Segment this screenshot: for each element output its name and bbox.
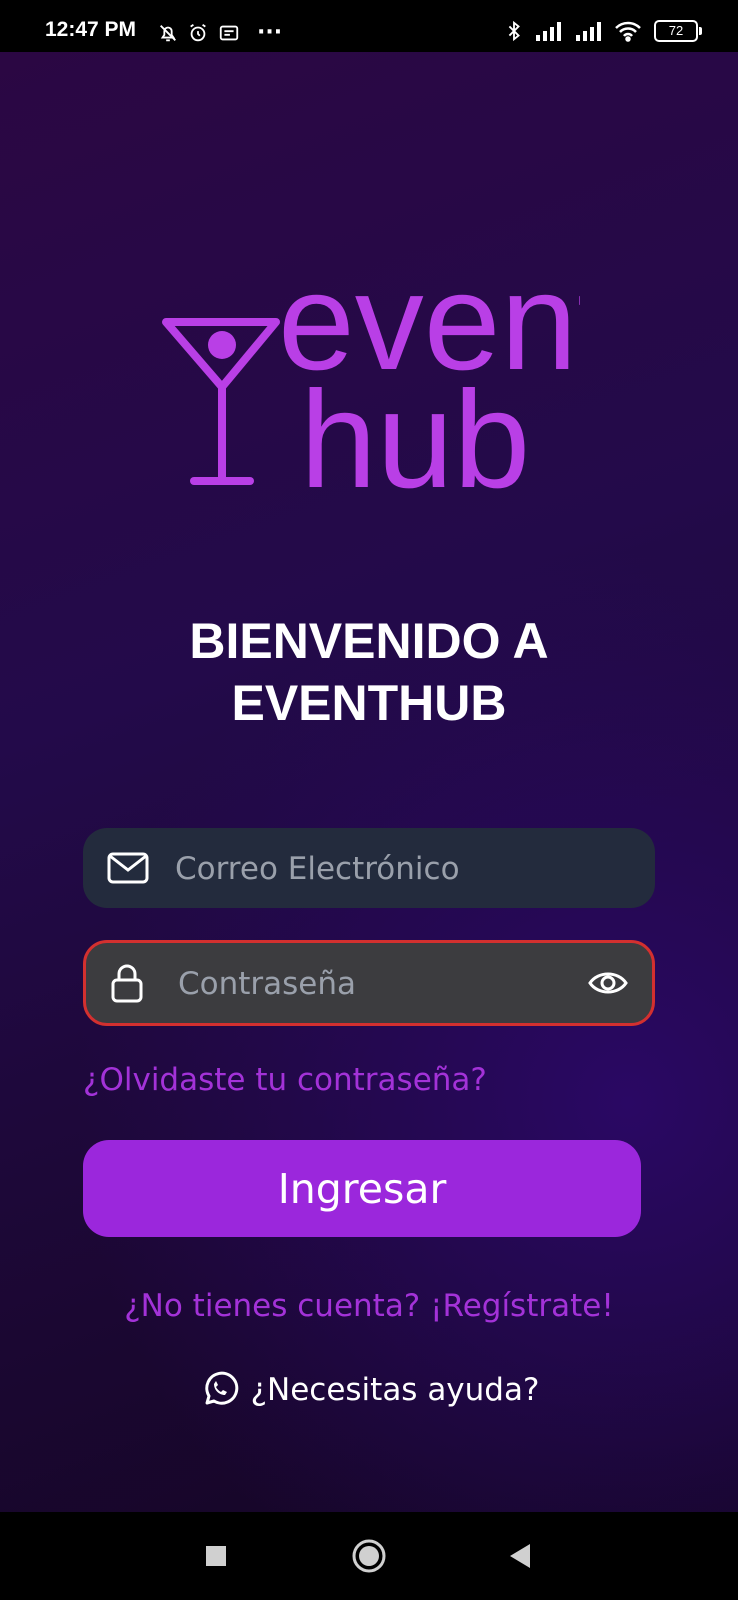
battery-icon: 72 (654, 20, 702, 42)
email-field[interactable] (83, 828, 655, 910)
login-screen: event hub BIENVENIDO A EVENTHUB ¿Olvidas… (0, 52, 738, 1512)
back-triangle-icon[interactable] (508, 1543, 532, 1569)
eye-icon[interactable] (588, 969, 628, 997)
forgot-password-link[interactable]: ¿Olvidaste tu contraseña? (83, 1062, 487, 1098)
login-button[interactable]: Ingresar (83, 1140, 641, 1237)
register-link[interactable]: ¿No tienes cuenta? ¡Regístrate! (0, 1288, 738, 1324)
welcome-line-2: EVENTHUB (231, 675, 507, 731)
logo-text-hub: hub (300, 363, 530, 507)
email-input[interactable] (173, 828, 557, 910)
status-bar: 12:47 PM ··· 72 (0, 0, 738, 52)
status-time: 12:47 PM (45, 18, 137, 41)
more-notifications-icon: ··· (257, 20, 283, 45)
wifi-icon (615, 21, 641, 42)
mail-icon (107, 852, 149, 884)
eventhub-logo: event hub (162, 257, 580, 507)
alarm-icon (190, 23, 206, 41)
welcome-title: BIENVENIDO A EVENTHUB (0, 610, 738, 734)
lock-icon (111, 964, 143, 1003)
welcome-line-1: BIENVENIDO A (189, 613, 549, 669)
help-link[interactable]: ¿Necesitas ayuda? (0, 1370, 738, 1410)
password-field[interactable] (83, 940, 655, 1026)
whatsapp-icon (204, 1371, 238, 1405)
system-nav-bar (0, 1512, 738, 1600)
bluetooth-icon (508, 20, 520, 42)
password-input[interactable] (176, 943, 560, 1025)
status-notification-icons: ··· (157, 20, 282, 45)
signal-icon (536, 22, 561, 41)
help-label: ¿Necesitas ayuda? (250, 1372, 540, 1408)
muted-bell-icon (160, 24, 176, 41)
recents-square-icon[interactable] (205, 1545, 227, 1567)
message-icon (219, 25, 239, 40)
signal-icon-2 (576, 22, 601, 41)
glass-drop (208, 331, 236, 359)
home-circle-icon[interactable] (351, 1538, 387, 1574)
status-system-icons: 72 (506, 20, 702, 42)
